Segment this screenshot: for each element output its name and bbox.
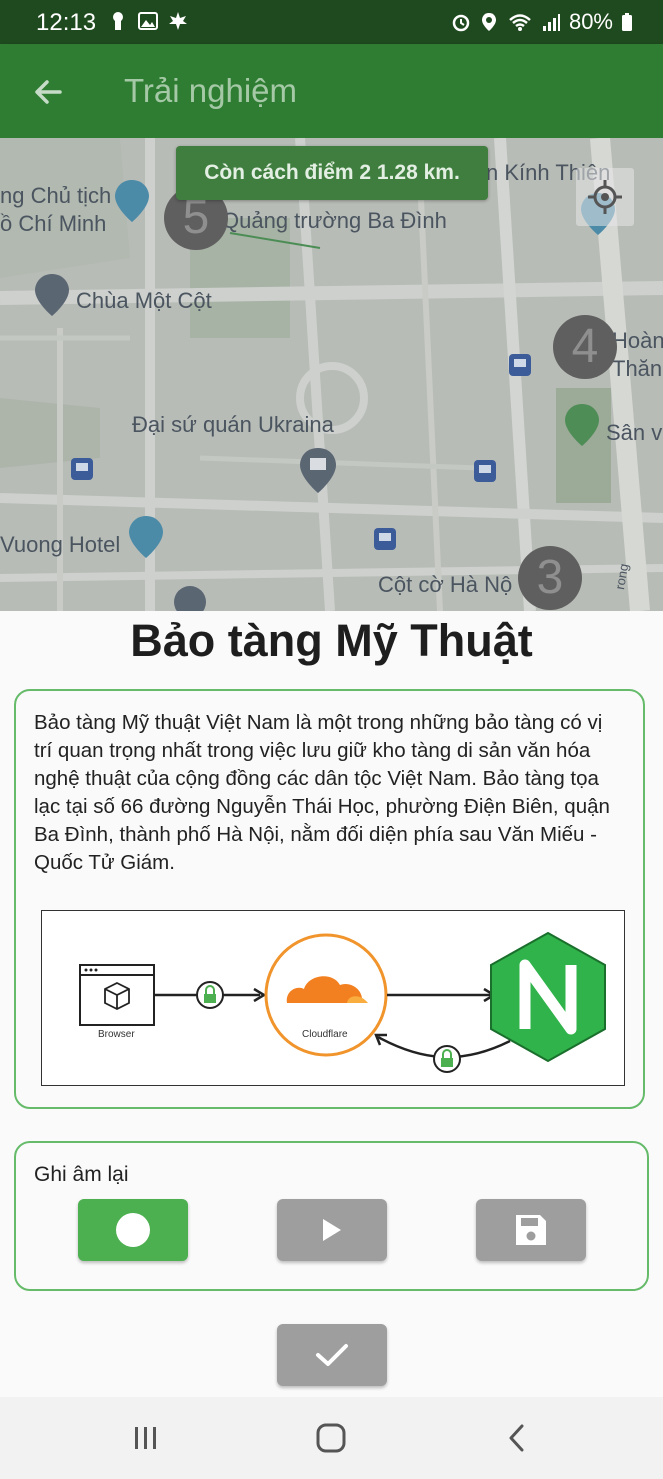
map-label: ng Chủ tịch xyxy=(0,183,112,208)
leaf-icon xyxy=(169,12,187,30)
place-description: Bảo tàng Mỹ thuật Việt Nam là một trong … xyxy=(34,711,610,874)
recent-apps-button[interactable] xyxy=(126,1421,166,1455)
confirm-button[interactable] xyxy=(277,1324,387,1386)
wifi-icon xyxy=(509,14,531,31)
bus-stop-icon xyxy=(374,528,396,550)
cloudflare-diagram xyxy=(79,931,606,1073)
recent-apps-icon xyxy=(135,1427,156,1449)
map-label: Sân v xyxy=(606,420,663,445)
waypoint-marker-3[interactable]: 3 xyxy=(518,546,582,610)
back-button[interactable] xyxy=(497,1421,537,1455)
alarm-icon xyxy=(452,14,470,32)
map-label: Đại sứ quán Ukraina xyxy=(132,412,334,437)
system-nav-bar xyxy=(0,1397,663,1479)
map-label: Quảng trường Ba Đình xyxy=(222,208,447,233)
signal-icon xyxy=(542,14,560,31)
record-icon xyxy=(116,1213,150,1247)
map-label: Thăn xyxy=(612,356,663,381)
location-icon xyxy=(481,13,496,31)
distance-toast: Còn cách điểm 2 1.28 km. xyxy=(176,146,488,200)
bus-stop-icon xyxy=(509,354,531,376)
my-location-button[interactable] xyxy=(576,168,634,226)
recording-label: Ghi âm lại xyxy=(34,1163,129,1186)
map-label: Vuong Hotel xyxy=(0,532,121,557)
status-bar: 12:13 80% xyxy=(0,0,663,44)
back-chevron-icon xyxy=(509,1424,524,1452)
bus-stop-icon xyxy=(474,460,496,482)
map-view[interactable]: ng Chủ tịch ồ Chí Minh Quảng trường Ba Đ… xyxy=(0,138,663,611)
browser-label: Browser xyxy=(98,1029,135,1040)
home-icon xyxy=(316,1423,346,1453)
check-icon xyxy=(316,1344,348,1366)
description-card: Bảo tàng Mỹ thuật Việt Nam là một trong … xyxy=(14,689,645,1109)
recording-card: Ghi âm lại xyxy=(14,1141,649,1291)
map-label: Hoàn xyxy=(612,328,663,353)
map-label: ồ Chí Minh xyxy=(0,211,107,236)
play-button[interactable] xyxy=(277,1199,387,1261)
app-bar: Trải nghiệm xyxy=(0,44,663,138)
notification-icons xyxy=(108,11,188,31)
record-button[interactable] xyxy=(78,1199,188,1261)
bus-stop-icon xyxy=(71,458,93,480)
battery-icon xyxy=(622,13,632,31)
save-button[interactable] xyxy=(476,1199,586,1261)
status-time: 12:13 xyxy=(36,9,97,36)
keyhole-icon xyxy=(113,12,123,30)
description-image: Browser Cloudflare xyxy=(41,910,625,1086)
waypoint-marker-4[interactable]: 4 xyxy=(553,315,617,379)
map-label: Chùa Một Cột xyxy=(76,288,212,313)
play-icon xyxy=(323,1219,341,1241)
image-icon xyxy=(138,12,158,30)
save-icon xyxy=(516,1215,546,1245)
crosshair-icon xyxy=(588,180,622,214)
app-title: Trải nghiệm xyxy=(124,72,298,109)
back-arrow-icon[interactable] xyxy=(28,72,68,112)
system-status: 80% xyxy=(451,9,633,35)
cloudflare-label: Cloudflare xyxy=(302,1029,348,1040)
battery-percent: 80% xyxy=(568,9,613,34)
map-label: Cột cờ Hà Nộ xyxy=(378,572,513,597)
place-title: Bảo tàng Mỹ Thuật xyxy=(130,615,533,666)
home-button[interactable] xyxy=(311,1421,351,1455)
